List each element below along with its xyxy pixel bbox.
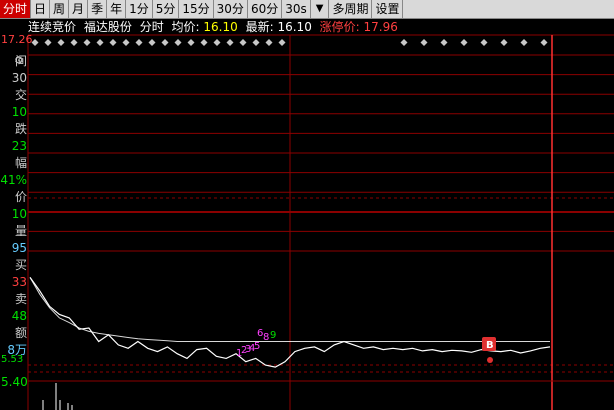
buy-point — [487, 357, 493, 363]
side-panel-label-5: 23 — [11, 139, 27, 153]
diamond-marker — [265, 39, 273, 46]
side-panel-label-14: 卖 — [14, 292, 27, 306]
price-axis-top: 17.26 — [1, 33, 33, 46]
diamond-marker — [174, 39, 182, 46]
diamond-marker — [520, 39, 528, 46]
diamond-marker — [148, 39, 156, 46]
diamond-marker — [31, 39, 39, 46]
side-panel-label-10: 量 — [14, 224, 27, 238]
side-panel-label-0: 间 — [14, 54, 27, 68]
signal-label: 9 — [270, 330, 276, 341]
side-panel-label-4: 跌 — [14, 122, 27, 136]
side-panel-label-3: 10 — [11, 105, 27, 119]
diamond-marker — [109, 39, 117, 46]
diamond-marker — [400, 39, 408, 46]
side-panel-label-7: 41% — [0, 173, 27, 187]
diamond-marker — [239, 39, 247, 46]
side-panel-label-12: 买 — [14, 258, 27, 272]
diamond-marker — [500, 39, 508, 46]
diamond-marker — [460, 39, 468, 46]
side-panel-label-16: 额 — [14, 326, 27, 340]
diamond-marker — [44, 39, 52, 46]
diamond-marker — [252, 39, 260, 46]
signal-label: 8 — [263, 332, 269, 343]
diamond-marker — [226, 39, 234, 46]
side-panel-label-8: 价 — [14, 190, 27, 204]
side-panel-label-2: 交 — [14, 88, 27, 102]
diamond-marker — [540, 39, 548, 46]
buy-marker-label: B — [486, 340, 494, 351]
diamond-marker — [213, 39, 221, 46]
diamond-marker — [70, 39, 78, 46]
side-panel-label-13: 33 — [11, 275, 27, 289]
diamond-marker — [420, 39, 428, 46]
diamond-marker — [187, 39, 195, 46]
signal-label: 5 — [254, 341, 260, 352]
side-panel-label-11: 95 — [11, 241, 27, 255]
diamond-marker — [200, 39, 208, 46]
diamond-marker — [96, 39, 104, 46]
diamond-marker — [122, 39, 130, 46]
side-panel-label-6: 幅 — [14, 156, 27, 170]
side-panel-label-15: 48 — [11, 309, 27, 323]
diamond-marker — [83, 39, 91, 46]
side-panel-label-17: 8万 — [7, 343, 27, 357]
diamond-marker — [161, 39, 169, 46]
diamond-marker — [135, 39, 143, 46]
intraday-chart[interactable]: 17.265.535.40⚙123456 8 9B — [0, 0, 614, 410]
diamond-marker — [440, 39, 448, 46]
diamond-marker — [57, 39, 65, 46]
side-panel-label-9: 10 — [11, 207, 27, 221]
diamond-marker — [480, 39, 488, 46]
diamond-marker — [278, 39, 286, 46]
price-axis-bottom: 5.40 — [1, 375, 28, 389]
side-panel-label-1: 30 — [11, 71, 27, 85]
